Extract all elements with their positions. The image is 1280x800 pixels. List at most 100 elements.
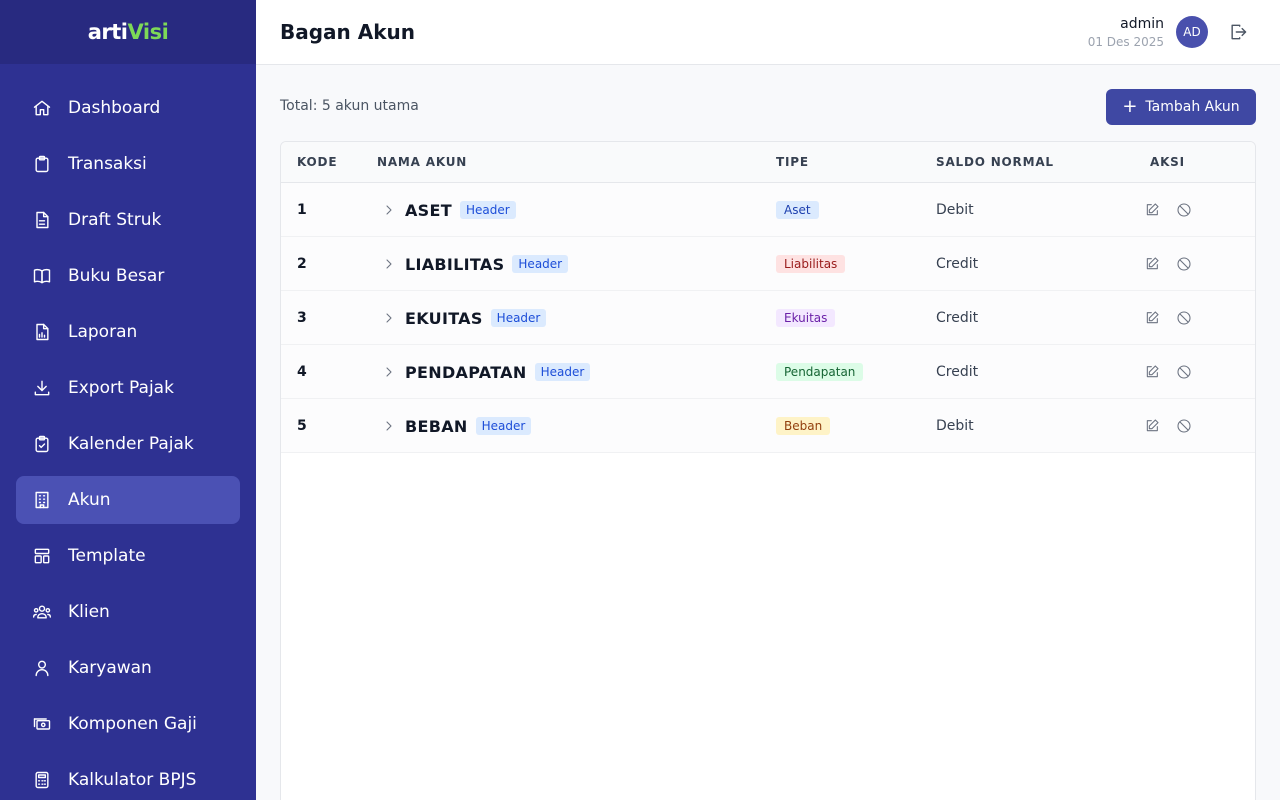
chevron-right-icon[interactable] [381,364,397,380]
sidebar-item-label: Komponen Gaji [68,714,197,734]
user-icon [32,658,52,678]
deactivate-icon[interactable] [1176,418,1192,434]
sidebar-item-kalender-pajak[interactable]: Kalender Pajak [16,420,240,468]
sidebar-item-kalkulator-bpjs[interactable]: Kalkulator BPJS [16,756,240,800]
account-name: LIABILITAS [405,254,505,274]
account-type-cell: Liabilitas [776,237,846,291]
account-name: EKUITAS [405,308,483,328]
accounts-table: KODE NAMA AKUN TIPE SALDO NORMAL AKSI 1 … [280,141,1256,800]
accounts-summary: Total: 5 akun utama [280,98,419,114]
account-name-cell: PENDAPATAN Header [381,345,591,399]
row-actions [1144,399,1208,453]
sidebar-item-buku-besar[interactable]: Buku Besar [16,252,240,300]
header-badge: Header [475,417,532,435]
row-actions [1144,345,1208,399]
saldo-normal: Credit [936,256,979,272]
account-type-cell: Ekuitas [776,291,836,345]
logo-area: artiVisi [0,0,256,64]
account-type-cell: Beban [776,399,831,453]
column-header-code: KODE [297,155,338,169]
header-badge: Header [459,201,516,219]
page-title: Bagan Akun [280,20,416,44]
sidebar-item-komponen-gaji[interactable]: Komponen Gaji [16,700,240,748]
deactivate-icon[interactable] [1176,310,1192,326]
sidebar-item-dashboard[interactable]: Dashboard [16,84,240,132]
app-logo[interactable]: artiVisi [88,20,169,44]
sidebar-item-label: Draft Struk [68,210,162,230]
account-name: ASET [405,200,452,220]
sidebar-item-export-pajak[interactable]: Export Pajak [16,364,240,412]
top-header: Bagan Akun admin 01 Des 2025 AD [256,0,1280,65]
edit-icon[interactable] [1144,310,1160,326]
avatar[interactable]: AD [1176,16,1208,48]
edit-icon[interactable] [1144,256,1160,272]
saldo-normal: Credit [936,310,979,326]
sidebar-item-label: Kalkulator BPJS [68,770,197,790]
add-account-button[interactable]: + Tambah Akun [1106,89,1256,125]
saldo-normal: Credit [936,364,979,380]
account-name: PENDAPATAN [405,362,527,382]
account-name: BEBAN [405,416,468,436]
account-code: 2 [297,256,307,272]
sidebar-item-label: Kalender Pajak [68,434,194,454]
users-icon [32,602,52,622]
deactivate-icon[interactable] [1176,202,1192,218]
edit-icon[interactable] [1144,364,1160,380]
sidebar-item-label: Dashboard [68,98,161,118]
account-code: 5 [297,418,307,434]
header-badge: Header [490,309,547,327]
account-name-cell: BEBAN Header [381,399,532,453]
edit-icon[interactable] [1144,202,1160,218]
sidebar: artiVisi Dashboard Transaksi Draft Struk… [0,0,256,800]
sidebar-item-akun[interactable]: Akun [16,476,240,524]
chevron-right-icon[interactable] [381,202,397,218]
sidebar-item-template[interactable]: Template [16,532,240,580]
row-actions [1144,237,1208,291]
cash-icon [32,714,52,734]
table-row[interactable]: 4 PENDAPATAN Header Pendapatan Credit [281,345,1255,399]
type-badge: Aset [776,201,819,219]
calculator-icon [32,770,52,790]
deactivate-icon[interactable] [1176,256,1192,272]
sidebar-item-laporan[interactable]: Laporan [16,308,240,356]
logout-icon[interactable] [1228,22,1248,42]
account-name-cell: LIABILITAS Header [381,237,569,291]
edit-icon[interactable] [1144,418,1160,434]
table-row[interactable]: 1 ASET Header Aset Debit [281,183,1255,237]
chevron-right-icon[interactable] [381,310,397,326]
download-icon [32,378,52,398]
sidebar-item-karyawan[interactable]: Karyawan [16,644,240,692]
row-actions [1144,291,1208,345]
deactivate-icon[interactable] [1176,364,1192,380]
type-badge: Ekuitas [776,309,836,327]
table-row[interactable]: 2 LIABILITAS Header Liabilitas Credit [281,237,1255,291]
row-actions [1144,183,1208,237]
book-icon [32,266,52,286]
chevron-right-icon[interactable] [381,256,397,272]
column-header-actions: AKSI [1150,155,1185,169]
table-header: KODE NAMA AKUN TIPE SALDO NORMAL AKSI [281,142,1255,183]
chevron-right-icon[interactable] [381,418,397,434]
sidebar-item-transaksi[interactable]: Transaksi [16,140,240,188]
account-type-cell: Pendapatan [776,345,864,399]
table-row[interactable]: 5 BEBAN Header Beban Debit [281,399,1255,453]
plus-icon: + [1122,96,1138,117]
type-badge: Liabilitas [776,255,846,273]
saldo-normal: Debit [936,202,974,218]
sidebar-nav: Dashboard Transaksi Draft Struk Buku Bes… [0,64,256,800]
header-badge: Header [534,363,591,381]
account-code: 1 [297,202,307,218]
report-icon [32,322,52,342]
account-name-cell: EKUITAS Header [381,291,547,345]
sidebar-item-label: Template [68,546,146,566]
sidebar-item-label: Buku Besar [68,266,165,286]
column-header-name: NAMA AKUN [377,155,468,169]
table-body: 1 ASET Header Aset Debit 2 LIABILITAS He… [281,183,1255,453]
document-icon [32,210,52,230]
account-name-cell: ASET Header [381,183,516,237]
sidebar-item-label: Export Pajak [68,378,174,398]
type-badge: Pendapatan [776,363,864,381]
table-row[interactable]: 3 EKUITAS Header Ekuitas Credit [281,291,1255,345]
sidebar-item-klien[interactable]: Klien [16,588,240,636]
sidebar-item-draft-struk[interactable]: Draft Struk [16,196,240,244]
